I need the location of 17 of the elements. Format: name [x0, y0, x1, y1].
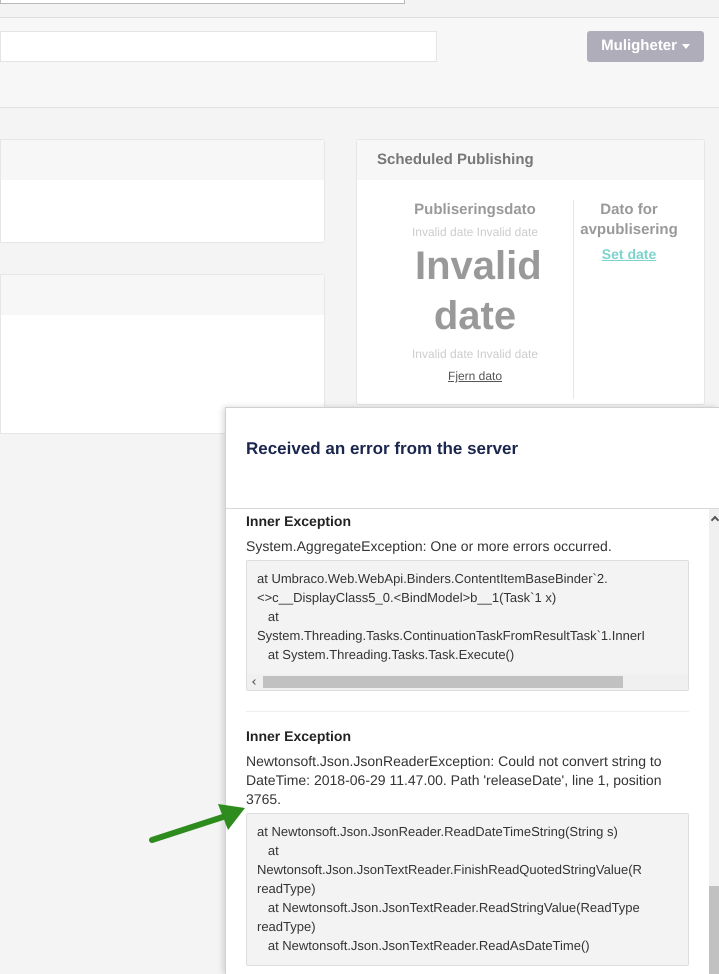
- date-label: Publiseringsdato: [414, 200, 536, 219]
- remove-date-link[interactable]: Fjern dato: [448, 367, 502, 385]
- name-input-field[interactable]: [0, 31, 437, 62]
- stack-trace: at Newtonsoft.Json.JsonReader.ReadDateTimeString(String s) at Newtonsoft.Json.JsonTextReader.FinishReadQuotedStringValue(R readType) at Newtonsoft.Json.JsonTextReader.ReadStringValue(ReadType readType) at Newtonsoft.Json.JsonTextReader.ReadAsDateTime(): [256, 823, 643, 955]
- dialog-title: Received an error from the server: [246, 438, 520, 460]
- exception-message: System.AggregateException: One or more errors occurred.: [246, 537, 613, 556]
- date-label: Dato for avpublisering: [579, 200, 679, 240]
- caret-icon: [682, 44, 690, 49]
- vertical-scrollbar[interactable]: [709, 509, 719, 974]
- exception-message: Newtonsoft.Json.JsonReaderException: Could not convert string to DateTime: 2018-06-29 11.47.00. Path 'releaseDate', line 1, position 3765.: [246, 752, 663, 809]
- section-heading: Inner Exception: [246, 727, 352, 746]
- card-title: Scheduled Publishing: [377, 150, 534, 170]
- options-button[interactable]: Muligheter: [587, 31, 704, 62]
- set-date-link[interactable]: Set date: [602, 244, 656, 265]
- stack-trace: at Umbraco.Web.WebApi.Binders.ContentItemBaseBinder`2. <>c__DisplayClass5_0.<BindModel>b__1(Task`1 x) at System.Threading.Tasks.ContinuationTaskFromResultTask`1.InnerI at System.Threading.Tasks.Task.Execute(): [256, 570, 646, 664]
- section-heading: Inner Exception: [246, 512, 352, 531]
- horizontal-scrollbar[interactable]: [247, 674, 688, 690]
